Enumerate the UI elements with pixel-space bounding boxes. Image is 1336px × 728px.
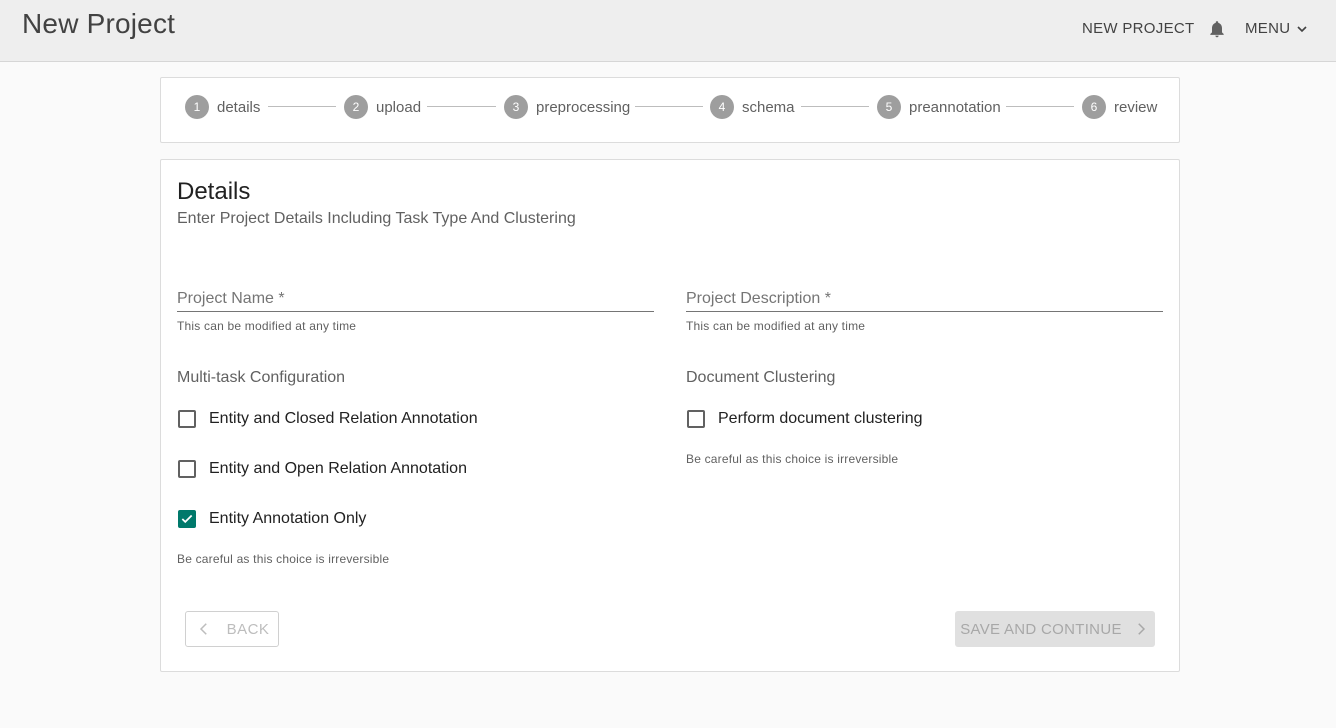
- menu-button[interactable]: MENU: [1245, 20, 1310, 37]
- checkbox-box[interactable]: [178, 410, 196, 428]
- step-number: 3: [504, 95, 528, 119]
- details-card: Details Enter Project Details Including …: [160, 159, 1180, 672]
- checkbox-closed-relation[interactable]: Entity and Closed Relation Annotation: [178, 410, 478, 428]
- project-description-hint: This can be modified at any time: [686, 319, 866, 333]
- checkbox-box-checked[interactable]: [178, 510, 196, 528]
- clustering-warning: Be careful as this choice is irreversibl…: [686, 452, 899, 466]
- checkbox-label: Entity Annotation Only: [209, 510, 367, 527]
- back-button[interactable]: BACK: [185, 611, 279, 647]
- project-name-hint: This can be modified at any time: [177, 319, 357, 333]
- checkmark-icon: [181, 514, 193, 524]
- checkbox-label: Entity and Open Relation Annotation: [209, 460, 467, 477]
- step-number: 1: [185, 95, 209, 119]
- document-clustering-label: Document Clustering: [686, 369, 836, 386]
- project-description-field: This can be modified at any time: [686, 286, 1163, 333]
- save-label: SAVE AND CONTINUE: [960, 620, 1122, 638]
- step-number: 2: [344, 95, 368, 119]
- step-number: 6: [1082, 95, 1106, 119]
- details-subtitle: Enter Project Details Including Task Typ…: [177, 210, 576, 227]
- checkbox-box[interactable]: [687, 410, 705, 428]
- page-title: New Project: [22, 8, 176, 39]
- step-connector: [427, 106, 496, 107]
- project-description-input[interactable]: [686, 286, 1163, 312]
- checkbox-box[interactable]: [178, 460, 196, 478]
- step-number: 5: [877, 95, 901, 119]
- save-and-continue-button[interactable]: SAVE AND CONTINUE: [955, 611, 1155, 647]
- project-stepper: 1 details 2 upload 3 preprocessing 4 sch…: [160, 77, 1180, 143]
- step-label: preannotation: [909, 98, 1001, 116]
- step-preprocessing[interactable]: 3 preprocessing: [504, 95, 630, 119]
- step-connector: [635, 106, 703, 107]
- app-bar: New Project NEW PROJECT MENU: [0, 0, 1336, 62]
- project-name-field: This can be modified at any time: [177, 286, 654, 333]
- step-label: review: [1114, 98, 1158, 116]
- step-review[interactable]: 6 review: [1082, 95, 1157, 119]
- step-label: preprocessing: [536, 98, 631, 116]
- step-number: 4: [710, 95, 734, 119]
- checkbox-document-clustering[interactable]: Perform document clustering: [687, 410, 923, 428]
- step-connector: [801, 106, 869, 107]
- chevron-right-icon: [1137, 623, 1145, 635]
- checkbox-label: Perform document clustering: [718, 410, 923, 427]
- chevron-left-icon: [199, 623, 207, 635]
- details-title: Details: [177, 178, 251, 205]
- step-connector: [268, 106, 336, 107]
- notifications-bell-icon[interactable]: [1207, 19, 1227, 39]
- checkbox-label: Entity and Closed Relation Annotation: [209, 410, 478, 427]
- checkbox-open-relation[interactable]: Entity and Open Relation Annotation: [178, 460, 467, 478]
- project-name-input[interactable]: [177, 286, 654, 312]
- step-schema[interactable]: 4 schema: [710, 95, 795, 119]
- step-label: upload: [376, 98, 422, 116]
- checkbox-entity-only[interactable]: Entity Annotation Only: [178, 510, 366, 528]
- step-label: details: [217, 98, 261, 116]
- step-connector: [1006, 106, 1074, 107]
- step-details[interactable]: 1 details: [185, 95, 260, 119]
- chevron-down-icon: [1297, 25, 1307, 32]
- back-label: BACK: [226, 620, 270, 638]
- step-label: schema: [742, 98, 795, 116]
- menu-label: MENU: [1245, 20, 1291, 37]
- new-project-nav-link[interactable]: NEW PROJECT: [1082, 20, 1194, 37]
- step-upload[interactable]: 2 upload: [344, 95, 421, 119]
- step-preannotation[interactable]: 5 preannotation: [877, 95, 1001, 119]
- multitask-warning: Be careful as this choice is irreversibl…: [177, 552, 390, 566]
- multitask-config-label: Multi-task Configuration: [177, 369, 346, 386]
